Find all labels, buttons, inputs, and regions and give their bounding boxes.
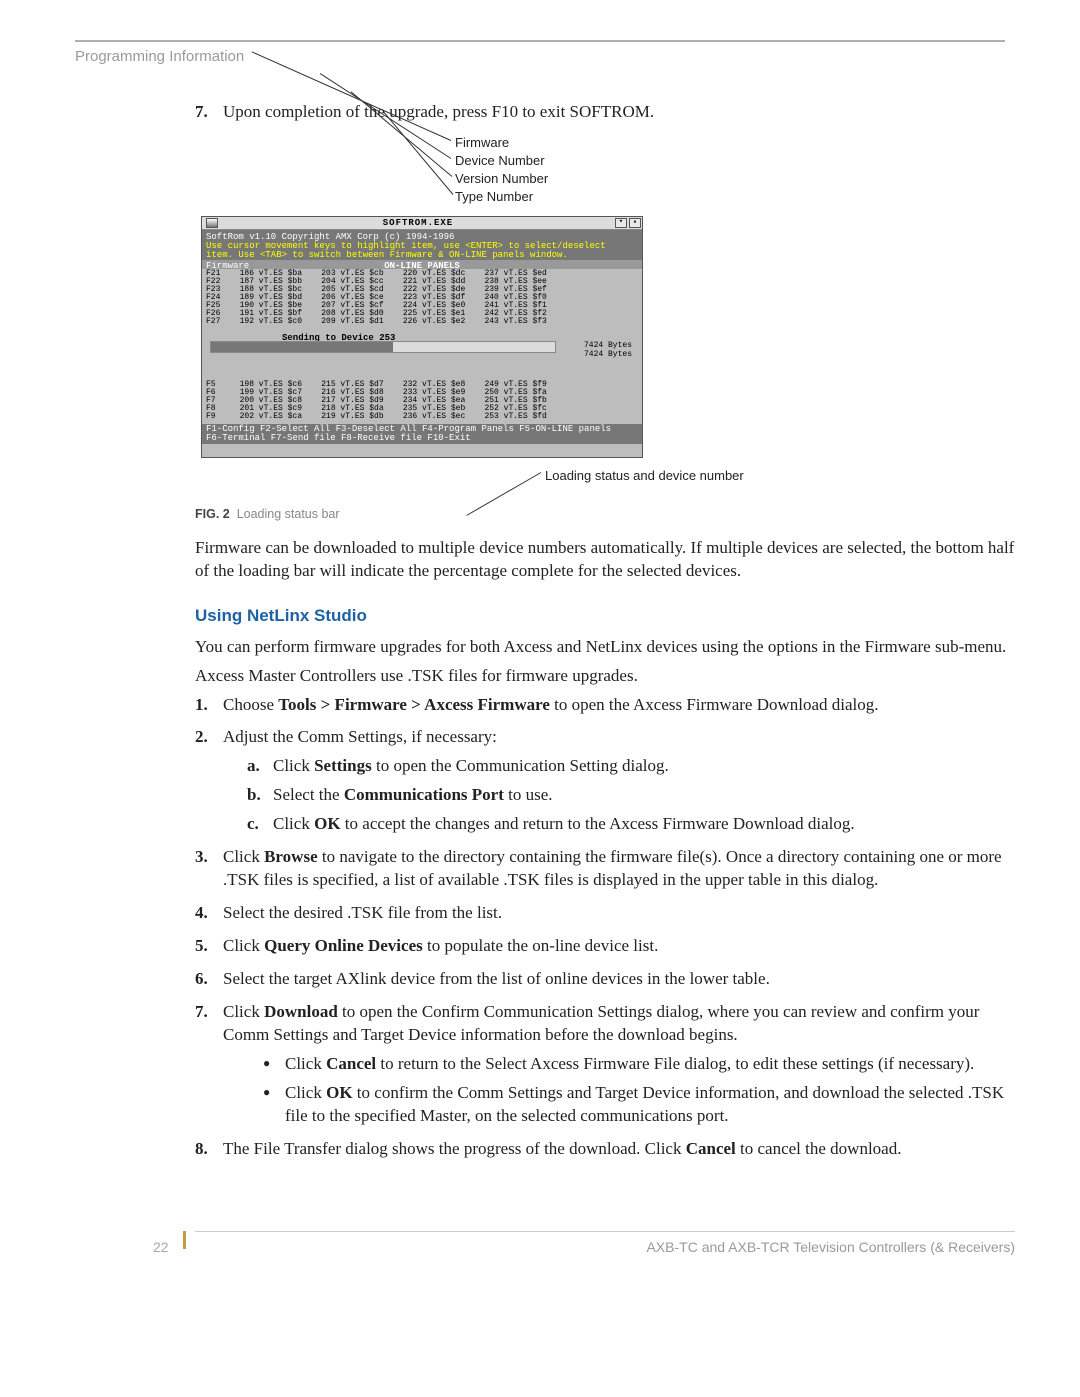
callout-type-number: Type Number [455,188,533,206]
step-2: 2. Adjust the Comm Settings, if necessar… [195,726,1015,836]
panel-data-bottom: F5 198 vT.ES $c6 215 vT.ES $d7 232 vT.ES… [202,380,642,424]
help-bar: Use cursor movement keys to highlight it… [202,242,642,260]
step-7b: 7. Click Download to open the Confirm Co… [195,1001,1015,1128]
paragraph: You can perform firmware upgrades for bo… [195,636,1015,659]
online-panels-label: ON-LINE PANELS [384,260,460,272]
fnkeys-line-2: F6-Terminal F7-Send file F8-Receive file… [206,434,638,443]
page: Programming Information 7. Upon completi… [0,0,1080,1306]
step-number: 7. [195,101,208,124]
panel-data-top: F21 186 vT.ES $ba 203 vT.ES $cb 220 vT.E… [202,269,642,332]
page-number: 22 [153,1238,169,1257]
system-menu-icon[interactable] [206,218,218,228]
callout-version-number: Version Number [455,170,548,188]
figure-callouts: Firmware Device Number Version Number Ty… [455,134,775,212]
callout-device-number: Device Number [455,152,545,170]
sending-panel: Sending to Device 253 7424 Bytes 7424 By… [202,332,642,380]
bullet-ok: Click OK to confirm the Comm Settings an… [263,1082,1015,1128]
caption-prefix: FIG. 2 [195,507,230,521]
step-8: 8. The File Transfer dialog shows the pr… [195,1138,1015,1161]
paragraph: Firmware can be downloaded to multiple d… [195,537,1015,583]
bullet-cancel: Click Cancel to return to the Select Axc… [263,1053,1015,1076]
progress-bar [210,341,556,353]
step-7: 7. Upon completion of the upgrade, press… [195,101,1015,124]
paragraph: Axcess Master Controllers use .TSK files… [195,665,1015,688]
byte-count: 7424 Bytes 7424 Bytes [584,341,632,359]
heading-netlinx-studio: Using NetLinx Studio [195,605,1015,628]
step-1: 1. Choose Tools > Firmware > Axcess Firm… [195,694,1015,717]
title-bar: SOFTROM.EXE ▾ ▴ [202,217,642,230]
step-5: 5. Click Query Online Devices to populat… [195,935,1015,958]
callout-firmware: Firmware [455,134,509,152]
section-header: Programming Information [75,48,1005,65]
minimize-button[interactable]: ▾ [615,218,627,228]
step-6: 6. Select the target AXlink device from … [195,968,1015,991]
function-key-bar: F1-Config F2-Select All F3-Deselect All … [202,424,642,444]
maximize-button[interactable]: ▴ [629,218,641,228]
step-text: Upon completion of the upgrade, press F1… [223,102,654,121]
figure-caption: FIG. 2 Loading status bar [195,506,1015,523]
step-2b: b.Select the Communications Port to use. [247,784,1015,807]
softrom-window: SOFTROM.EXE ▾ ▴ SoftRom v1.10 Copyright … [201,216,643,458]
page-footer: 22 AXB-TC and AXB-TCR Television Control… [195,1231,1015,1257]
footer-accent [183,1231,196,1249]
progress-fill [211,342,393,352]
callout-loading-status: Loading status and device number [545,467,744,485]
step-2c: c.Click OK to accept the changes and ret… [247,813,1015,836]
step-4: 4. Select the desired .TSK file from the… [195,902,1015,925]
body-content: 7. Upon completion of the upgrade, press… [195,101,1015,1256]
step-2a: a.Click Settings to open the Communicati… [247,755,1015,778]
window-title: SOFTROM.EXE [222,217,614,229]
step-3: 3. Click Browse to navigate to the direc… [195,846,1015,892]
figure-2: Firmware Device Number Version Number Ty… [195,134,1015,496]
footer-text: AXB-TC and AXB-TCR Television Controller… [195,1238,1015,1257]
panel-header-bar: Firmware ON-LINE PANELS [202,260,642,269]
header-rule [75,40,1005,42]
caption-text: Loading status bar [237,507,340,521]
firmware-column-label: Firmware [206,261,249,271]
